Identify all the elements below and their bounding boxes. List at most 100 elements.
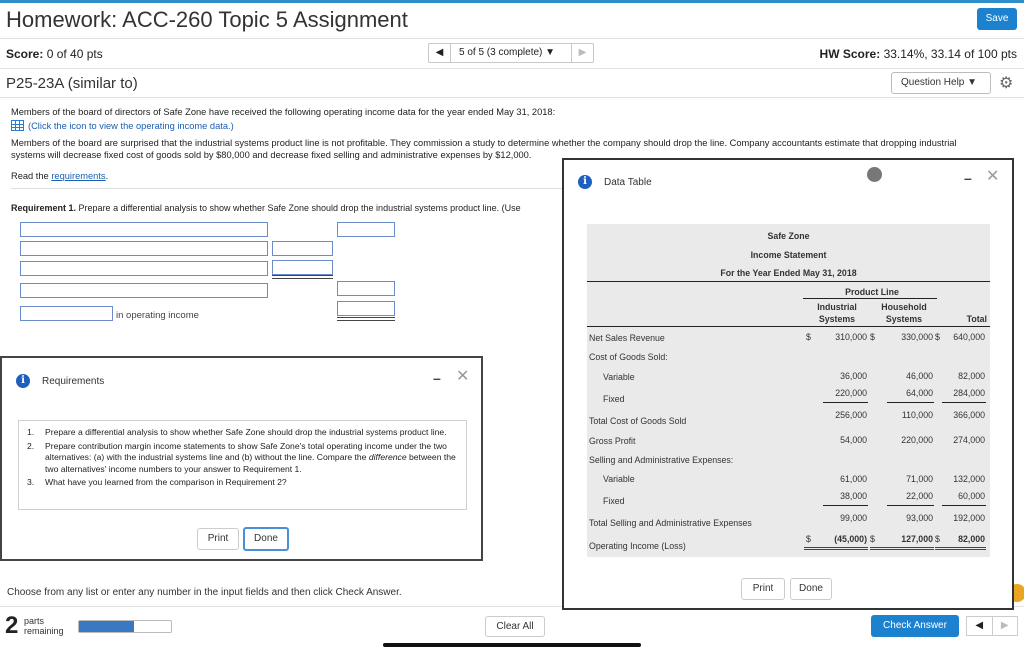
left-arrow-icon: ◀ [975,620,984,631]
double-underline [337,317,395,321]
answer-direction-field[interactable] [20,306,113,321]
question-select[interactable]: 5 of 5 (3 complete) ▼ [451,44,571,62]
footer-navigator: ◀ ▶ [966,616,1018,636]
cell-value: 366,000 [953,410,985,420]
subtotal-rule [887,402,934,403]
cell-value: 54,000 [840,435,867,445]
data-link-row[interactable]: (Click the icon to view the operating in… [11,120,234,132]
divider [0,97,1024,98]
minimize-icon[interactable]: – [964,170,972,186]
parts-remaining-count: 2 [5,612,19,639]
cell-value: 60,000 [958,491,985,501]
answer-value-field-5[interactable] [337,301,395,316]
requirement-1-text: Requirement 1. Prepare a differential an… [11,203,564,213]
read-prefix: Read the [11,171,49,181]
divider [0,68,1024,69]
statement-name: Income Statement [750,250,827,260]
clear-all-button[interactable]: Clear All [485,616,545,637]
answer-label-field-2[interactable] [20,241,268,256]
cell-value: 274,000 [953,435,985,445]
requirements-dialog-header: i Requirements [16,374,104,388]
cell-value: 220,000 [835,388,867,398]
score-value: 0 of 40 pts [46,47,103,61]
instruction-text: Choose from any list or enter any number… [7,587,402,598]
column-header-industrial: Industrial [817,302,857,312]
cell-value: 330,000 [901,332,933,342]
done-button[interactable]: Done [243,527,289,551]
progress-bar [78,620,172,633]
subtotal-rule [823,505,868,506]
close-icon[interactable]: ✕ [456,366,469,386]
next-question-button[interactable]: ▶ [571,44,593,62]
question-position: 5 of 5 (3 complete) [459,47,543,58]
answer-value-field-1[interactable] [337,222,395,237]
requirement-number: 2. [27,440,35,451]
answer-label-field-4[interactable] [20,283,268,298]
column-header-household: Systems [885,314,923,324]
requirement-1-label: Requirement 1. [11,203,77,213]
caret-down-icon: ▼ [967,77,978,88]
cell-value: 36,000 [840,371,867,381]
right-arrow-icon: ▶ [578,47,587,58]
dollar-sign: $ [806,534,811,544]
problem-id: P25-23A (similar to) [6,75,138,92]
subtotal-rule [942,402,986,403]
cell-value: 71,000 [906,474,933,484]
cell-value: 310,000 [835,332,867,342]
data-table-title: Data Table [604,176,652,188]
company-name: Safe Zone [767,231,810,241]
answer-value-field-3[interactable] [272,260,333,275]
save-button[interactable]: Save [977,8,1017,30]
requirement-item: 1. Prepare a differential analysis to sho… [27,427,458,439]
close-icon[interactable]: ✕ [986,166,999,186]
divider [587,326,990,327]
read-requirements: Read the requirements. [11,170,108,182]
next-button[interactable]: ▶ [993,617,1018,635]
table-icon[interactable] [11,120,24,131]
requirement-text: What have you learned from the compariso… [45,477,287,487]
print-button[interactable]: Print [741,578,785,600]
dollar-sign: $ [870,534,875,544]
subtotal-rule [887,505,934,506]
answer-label-field-3[interactable] [20,261,268,276]
previous-button[interactable]: ◀ [967,617,993,635]
hw-score-label: HW Score: [819,47,881,61]
requirement-item: 3. What have you learned from the compari… [27,477,458,489]
hw-score-value: 33.14%, 33.14 of 100 pts [883,47,1017,61]
data-link[interactable]: (Click the icon to view the operating in… [28,121,234,131]
double-underline [272,275,333,279]
drag-handle-icon[interactable] [867,167,882,182]
question-help-dropdown[interactable]: Question Help ▼ [891,72,991,94]
answer-value-field-4[interactable] [337,281,395,296]
parts-remaining-label: parts remaining [24,616,64,636]
answer-value-field-2[interactable] [272,241,333,256]
subtotal-rule [942,505,986,506]
gear-icon[interactable]: ⚙ [999,73,1013,93]
divider [11,188,566,189]
cell-value: 46,000 [906,371,933,381]
cell-value: 127,000 [901,534,933,544]
cell-value: 256,000 [835,410,867,420]
answer-label-field-1[interactable] [20,222,268,237]
intro-text: Members of the board of directors of Saf… [11,107,556,117]
requirements-link[interactable]: requirements [51,171,105,181]
cell-value: (45,000) [834,534,867,544]
cell-value: 192,000 [953,513,985,523]
row-label: Selling and Administrative Expenses: [589,455,734,465]
requirement-number: 1. [27,427,35,437]
caret-down-icon: ▼ [545,47,556,58]
minimize-icon[interactable]: – [433,370,441,386]
divider [0,38,1024,39]
cell-value: 82,000 [958,534,985,544]
print-button[interactable]: Print [197,528,239,550]
read-suffix: . [105,171,109,181]
hw-score: HW Score: 33.14%, 33.14 of 100 pts [820,47,1017,61]
statement-period: For the Year Ended May 31, 2018 [720,268,857,278]
double-underline [870,547,934,550]
previous-question-button[interactable]: ◀ [429,44,451,62]
check-answer-button[interactable]: Check Answer [871,615,959,637]
done-button[interactable]: Done [790,578,832,600]
progress-fill [79,621,135,632]
row-label: Total Cost of Goods Sold [589,416,687,426]
row-label: Fixed [603,394,625,404]
